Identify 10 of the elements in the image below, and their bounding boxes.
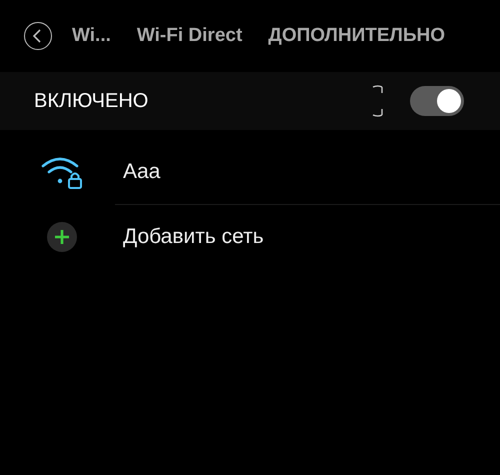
tab[interactable]: Wi... [66,25,117,47]
wifi-status-label: ВКЛЮЧЕНО [34,90,150,112]
back-button[interactable] [24,22,52,50]
tab[interactable]: ДОПОЛНИТЕЛЬНО [262,25,452,47]
add-icon [47,222,77,252]
wifi-lock-icon [40,155,84,189]
add-network-label[interactable]: Добавить сеть [123,225,264,249]
tab[interactable]: Wi-Fi Direct [130,25,248,47]
wifi-toggle[interactable] [410,86,464,116]
network-name[interactable]: Aaa [123,160,160,184]
